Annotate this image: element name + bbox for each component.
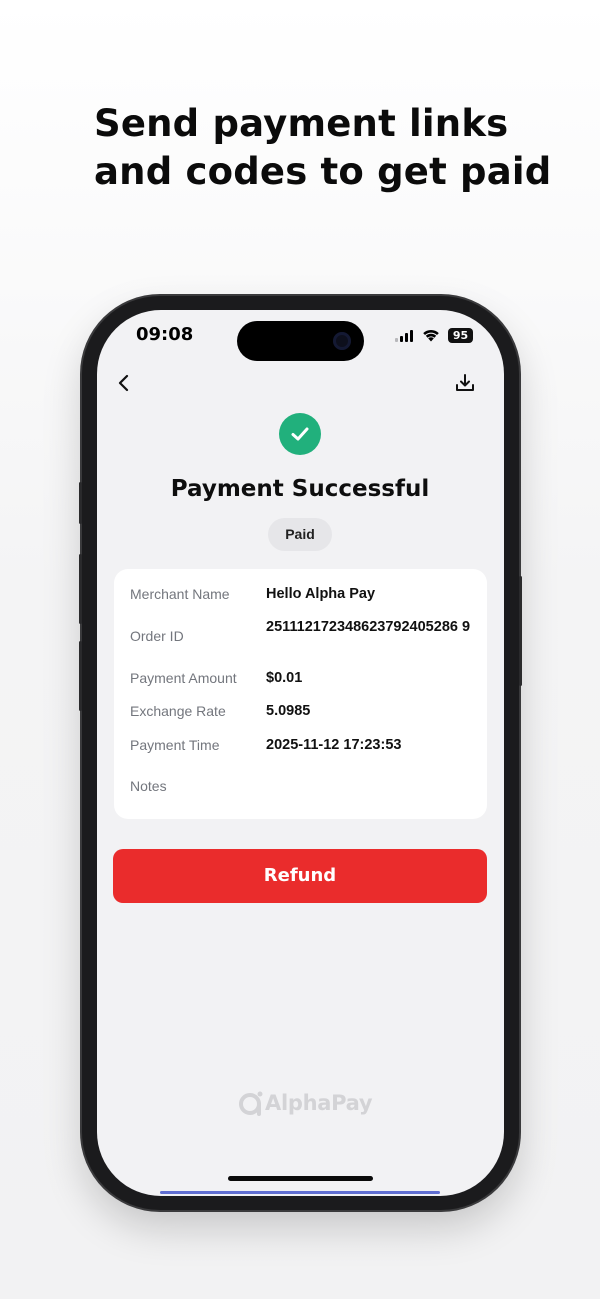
dynamic-island — [237, 321, 364, 361]
detail-label-merchant-name: Merchant Name — [130, 586, 230, 602]
alphapay-logo-icon — [239, 1091, 263, 1116]
detail-value-payment-time: 2025-11-12 17:23:53 — [266, 737, 402, 753]
page-title: Payment Successful — [170, 476, 430, 502]
download-icon[interactable] — [454, 372, 476, 394]
check-circle-icon — [279, 413, 321, 455]
detail-label-exchange-rate: Exchange Rate — [130, 703, 226, 719]
payment-details-card — [114, 569, 487, 819]
brand-name: AlphaPay — [265, 1091, 373, 1115]
headline-line-1: Send payment links — [94, 102, 509, 145]
volume-up-button — [79, 554, 82, 624]
app-store-screenshot: Send payment links and codes to get paid… — [0, 0, 600, 1299]
home-indicator[interactable] — [228, 1176, 373, 1181]
signal-icon — [395, 330, 415, 342]
volume-down-button — [79, 641, 82, 711]
status-time: 09:08 — [136, 324, 194, 345]
detail-value-exchange-rate: 5.0985 — [266, 703, 311, 719]
detail-label-payment-amount: Payment Amount — [130, 670, 237, 686]
status-badge: Paid — [268, 518, 332, 551]
chevron-left-icon[interactable] — [114, 372, 134, 394]
power-button — [519, 576, 522, 686]
brand-watermark: AlphaPay — [238, 1088, 378, 1118]
detail-value-order-id: 251112172348623792405286 9 — [266, 619, 471, 635]
headline: Send payment links and codes to get paid — [94, 100, 564, 196]
detail-value-payment-amount: $0.01 — [266, 670, 303, 686]
detail-label-order-id: Order ID — [130, 628, 184, 644]
battery-icon: 95 — [448, 328, 473, 343]
detail-value-merchant-name: Hello Alpha Pay — [266, 586, 376, 602]
headline-line-2: and codes to get paid — [94, 150, 552, 193]
wifi-icon — [423, 329, 439, 342]
screen-edge-highlight — [160, 1191, 440, 1194]
detail-label-payment-time: Payment Time — [130, 737, 220, 753]
detail-label-notes: Notes — [130, 778, 167, 794]
refund-button[interactable]: Refund — [113, 849, 487, 903]
camera-icon — [333, 332, 351, 350]
